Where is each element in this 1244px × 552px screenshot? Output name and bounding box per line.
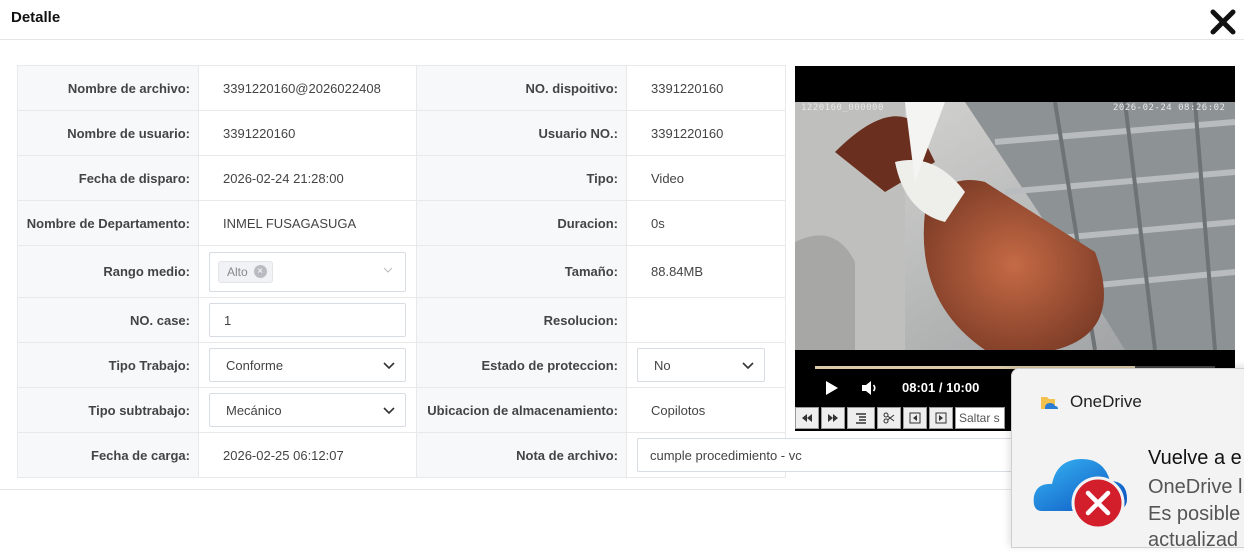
video-osd-left: 1220160_000000 xyxy=(801,103,884,113)
note-label: Nota de archivo: xyxy=(416,432,627,478)
range-label: Rango medio: xyxy=(17,245,199,298)
fast-forward-icon[interactable] xyxy=(821,407,845,429)
video-osd-right: 2026-02-24 08:26:02 xyxy=(1113,103,1226,113)
file-name-label: Nombre de archivo: xyxy=(17,65,199,111)
size-label: Tamaño: xyxy=(416,245,627,298)
volume-icon[interactable] xyxy=(861,380,879,401)
trigger-date-label: Fecha de disparo: xyxy=(17,155,199,201)
scissors-icon[interactable] xyxy=(877,407,901,429)
device-no-label: NO. dispoitivo: xyxy=(416,65,627,111)
range-tag-label: Alto xyxy=(227,264,248,279)
type-label: Tipo: xyxy=(416,155,627,201)
user-name-value: 3391220160 xyxy=(223,125,296,141)
note-input[interactable]: cumple procedimiento - vc xyxy=(637,438,1037,472)
work-type-select[interactable]: Conforme xyxy=(209,348,406,382)
range-multiselect[interactable]: Alto × xyxy=(209,251,406,292)
close-icon[interactable] xyxy=(1210,9,1236,35)
trigger-date-value: 2026-02-24 21:28:00 xyxy=(223,170,344,186)
work-type-label: Tipo Trabajo: xyxy=(17,342,199,388)
onedrive-icon xyxy=(1038,393,1058,418)
play-icon[interactable] xyxy=(825,380,839,401)
note-value: cumple procedimiento - vc xyxy=(650,447,802,463)
upload-date-label: Fecha de carga: xyxy=(17,432,199,478)
duration-label: Duracion: xyxy=(416,200,627,246)
chevron-down-icon xyxy=(383,362,395,370)
size-value: 88.84MB xyxy=(651,264,704,279)
department-label: Nombre de Departamento: xyxy=(17,200,199,246)
storage-value: Copilotos xyxy=(651,402,706,418)
type-value: Video xyxy=(651,170,685,186)
chevron-down-icon xyxy=(742,362,754,370)
video-frame xyxy=(795,102,1235,350)
storage-label: Ubicacion de almacenamiento: xyxy=(416,387,627,433)
department-value: INMEL FUSAGASUGA xyxy=(223,215,357,231)
seek-input[interactable]: Saltar s xyxy=(955,407,1005,429)
upload-date-value: 2026-02-25 06:12:07 xyxy=(223,447,344,463)
frame-forward-icon[interactable] xyxy=(929,407,953,429)
notification-line-2: Es posible xyxy=(1148,503,1241,525)
user-no-label: Usuario NO.: xyxy=(416,110,627,156)
notification-headline: Vuelve a e xyxy=(1148,447,1242,469)
video-toolbar: Saltar s xyxy=(795,407,1005,431)
subwork-value: Mecánico xyxy=(226,402,282,418)
resolution-label: Resolucion: xyxy=(416,297,627,343)
file-name-value: 3391220160@2026022408 xyxy=(223,80,381,96)
notification-app-name: OneDrive xyxy=(1070,392,1142,411)
protection-label: Estado de proteccion: xyxy=(416,342,627,388)
duration-value: 0s xyxy=(651,215,665,231)
detail-form: Nombre de archivo: 3391220160@2026022408… xyxy=(17,65,1037,478)
case-input[interactable]: 1 xyxy=(209,303,406,337)
user-name-label: Nombre de usuario: xyxy=(17,110,199,156)
frame-back-icon[interactable] xyxy=(903,407,927,429)
case-label: NO. case: xyxy=(17,297,199,343)
dialog-title: Detalle xyxy=(11,9,61,26)
protection-value: No xyxy=(654,357,671,373)
onedrive-error-icon xyxy=(1032,451,1132,536)
device-no-value: 3391220160 xyxy=(651,80,724,96)
onedrive-notification[interactable]: OneDrive Vuelve a e OneDrive l Es posibl… xyxy=(1011,368,1244,551)
subwork-label: Tipo subtrabajo: xyxy=(17,387,199,433)
protection-select[interactable]: No xyxy=(637,348,765,382)
video-time: 08:01 / 10:00 xyxy=(902,380,980,395)
notification-line-1: OneDrive l xyxy=(1148,476,1243,498)
user-no-value: 3391220160 xyxy=(651,125,724,141)
notification-line-3: actualizad xyxy=(1148,529,1239,551)
subwork-select[interactable]: Mecánico xyxy=(209,393,406,427)
list-icon[interactable] xyxy=(847,407,875,429)
work-type-value: Conforme xyxy=(226,357,284,373)
tag-remove-icon[interactable]: × xyxy=(253,265,267,278)
chevron-down-icon xyxy=(383,407,395,415)
dialog-header: Detalle xyxy=(0,0,1244,40)
rewind-icon[interactable] xyxy=(795,407,819,429)
range-tag: Alto × xyxy=(218,260,273,283)
chevron-down-icon xyxy=(383,267,393,273)
